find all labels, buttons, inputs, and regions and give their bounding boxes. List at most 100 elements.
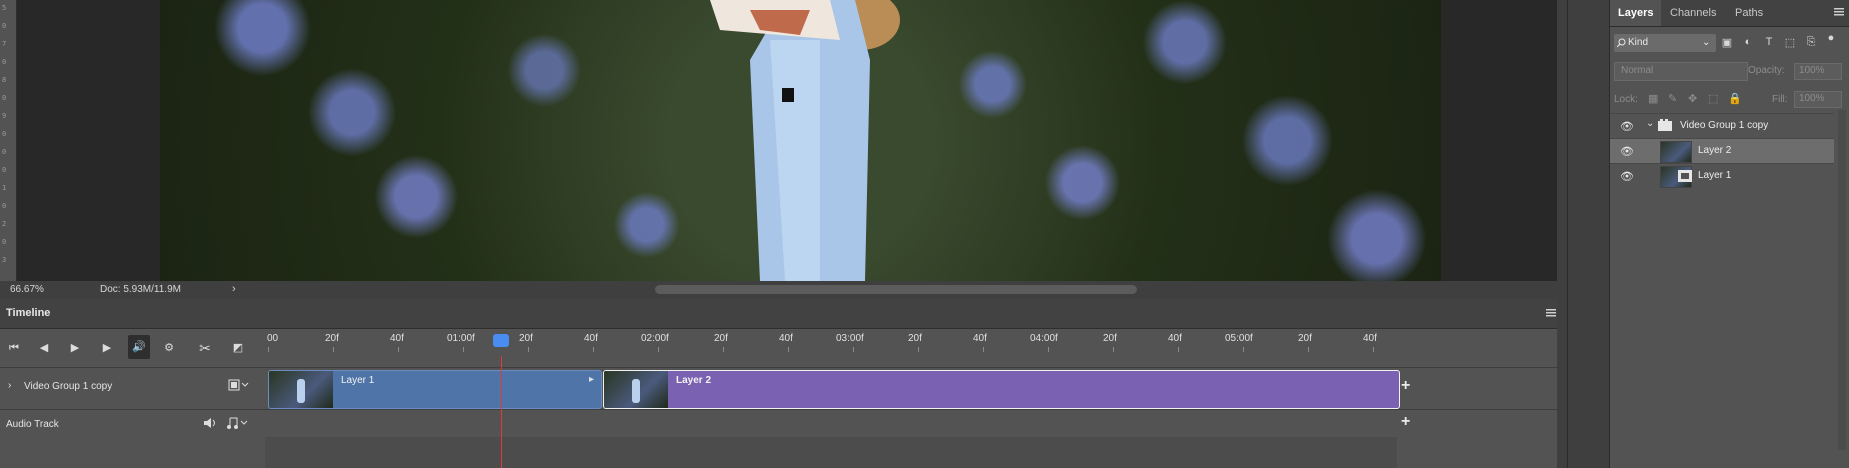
ruler-tick	[1243, 347, 1244, 352]
time-label: 20f	[1103, 333, 1117, 344]
tab-layers[interactable]: Layers	[1610, 0, 1662, 26]
time-label: 20f	[519, 333, 533, 344]
time-label: 03:00f	[836, 333, 864, 344]
layer-name[interactable]: Layer 1	[1698, 170, 1731, 181]
mute-audio-icon[interactable]: 🔊	[128, 335, 150, 359]
playhead-line	[501, 356, 502, 468]
panel-tabs: Layers Channels Paths	[1610, 0, 1849, 27]
timeline-track-area	[265, 437, 1397, 468]
visibility-eye-icon[interactable]: 👁	[1620, 170, 1634, 183]
video-group-folder-icon	[1658, 119, 1672, 131]
audio-track: Audio Track +	[0, 409, 1557, 438]
visibility-eye-icon[interactable]: 👁	[1620, 145, 1634, 158]
ruler-label: 0	[2, 238, 7, 246]
blend-mode-select[interactable]: Normal	[1614, 62, 1748, 81]
layer-name[interactable]: Layer 2	[1698, 145, 1731, 156]
audio-track-label[interactable]: Audio Track	[6, 419, 59, 430]
play-icon[interactable]: ▶	[66, 339, 84, 357]
time-label: 01:00f	[447, 333, 475, 344]
chevron-down-icon[interactable]: ⌄	[1646, 118, 1654, 129]
lock-position-icon[interactable]: ✥	[1688, 92, 1697, 105]
opacity-field[interactable]: 100%	[1794, 63, 1842, 80]
layers-scrollbar[interactable]	[1838, 110, 1846, 450]
ruler-tick	[1308, 347, 1309, 352]
layer-name[interactable]: Video Group 1 copy	[1680, 120, 1768, 131]
add-media-button[interactable]: +	[1401, 377, 1410, 395]
lock-label: Lock:	[1614, 94, 1638, 105]
timeline-header: Timeline	[0, 299, 1557, 329]
status-menu-arrow[interactable]: ›	[232, 283, 236, 295]
ruler-tick	[723, 347, 724, 352]
panel-menu-icon[interactable]	[1834, 8, 1844, 16]
panel-menu-icon[interactable]	[1546, 309, 1556, 317]
opacity-label: Opacity:	[1748, 65, 1785, 76]
document-canvas[interactable]	[17, 0, 1557, 281]
layer-row-video-group[interactable]: 👁 ⌄ Video Group 1 copy	[1610, 113, 1834, 138]
lock-artboard-icon[interactable]: ⬚	[1708, 92, 1718, 105]
clip-transition-icon[interactable]: ▸	[589, 374, 594, 385]
ruler-label: 7	[2, 40, 7, 48]
previous-frame-icon[interactable]: ◀	[35, 339, 53, 357]
panel-divider[interactable]	[1567, 0, 1568, 468]
ruler-tick	[1048, 347, 1049, 352]
speaker-icon[interactable]	[203, 417, 219, 429]
time-label: 04:00f	[1030, 333, 1058, 344]
shape-filter-icon[interactable]: ⬚	[1783, 36, 1797, 50]
film-strip-icon[interactable]	[228, 379, 250, 391]
transition-icon[interactable]: ◩	[229, 339, 247, 357]
ruler-tick	[918, 347, 919, 352]
type-filter-icon[interactable]: T	[1762, 36, 1776, 50]
chevron-right-icon[interactable]: ›	[8, 380, 11, 391]
smart-object-filter-icon[interactable]: ⎘	[1804, 36, 1818, 50]
settings-gear-icon[interactable]: ⚙	[160, 339, 178, 357]
filter-toggle-icon[interactable]: ●	[1824, 32, 1838, 46]
ruler-tick	[333, 347, 334, 352]
fill-label: Fill:	[1772, 94, 1788, 105]
go-to-first-frame-icon[interactable]: ⏮	[5, 339, 23, 357]
ruler-tick	[853, 347, 854, 352]
lock-image-icon[interactable]: ✎	[1668, 92, 1677, 105]
tab-paths[interactable]: Paths	[1727, 0, 1771, 26]
music-note-icon[interactable]	[227, 417, 249, 429]
next-frame-icon[interactable]: ▶	[98, 339, 116, 357]
zoom-level[interactable]: 66.67%	[10, 284, 44, 295]
tab-channels[interactable]: Channels	[1662, 0, 1724, 26]
video-group-label[interactable]: Video Group 1 copy	[24, 381, 112, 392]
adjustment-filter-icon[interactable]: ◐	[1741, 36, 1755, 50]
visibility-eye-icon[interactable]: 👁	[1620, 120, 1634, 133]
lock-all-icon[interactable]: 🔒	[1728, 92, 1742, 105]
filter-kind-select[interactable]: Kind ⌄	[1614, 34, 1716, 52]
ruler-label: 0	[2, 166, 7, 174]
ruler-label: 0	[2, 58, 7, 66]
lock-transparent-icon[interactable]: ▦	[1648, 92, 1658, 105]
add-audio-button[interactable]: +	[1401, 413, 1410, 431]
split-scissors-icon[interactable]: ✂	[196, 339, 214, 357]
time-label: 40f	[1168, 333, 1182, 344]
timeline-title[interactable]: Timeline	[6, 307, 50, 319]
time-label: 02:00f	[641, 333, 669, 344]
pixel-filter-icon[interactable]: ▣	[1720, 36, 1734, 50]
time-label: 05:00f	[1225, 333, 1253, 344]
clip-thumbnail	[269, 371, 333, 408]
ruler-tick	[1373, 347, 1374, 352]
playhead-handle[interactable]	[493, 334, 509, 347]
layers-panel: Layers Channels Paths Kind ⌄ ▣ ◐ T ⬚ ⎘ ●…	[1609, 0, 1849, 468]
timeline-controls: ⏮ ◀ ▶ ▶ 🔊 ⚙ ✂ ◩	[0, 329, 265, 367]
layer-row-layer-1[interactable]: 👁 Layer 1	[1610, 163, 1834, 188]
time-label: 40f	[390, 333, 404, 344]
clip-layer-2[interactable]: Layer 2	[603, 370, 1400, 409]
layer-row-layer-2[interactable]: 👁 Layer 2	[1610, 138, 1834, 163]
fill-value: 100%	[1799, 93, 1825, 104]
vertical-ruler: 5 0 7 0 8 0 9 0 0 0 1 0 2 0 3	[0, 0, 17, 281]
clip-name: Layer 1	[341, 375, 375, 386]
time-ruler[interactable]: 00 20f 40f 01:00f 20f 40f 02:00f 20f 40f…	[265, 329, 1397, 367]
ruler-label: 0	[2, 22, 7, 30]
canvas-photo	[160, 0, 1441, 281]
opacity-value: 100%	[1799, 65, 1825, 76]
canvas-horizontal-scrollbar[interactable]	[655, 285, 1137, 294]
clip-layer-1[interactable]: Layer 1 ▸	[268, 370, 602, 409]
ruler-tick	[593, 347, 594, 352]
fill-field[interactable]: 100%	[1794, 91, 1842, 108]
woman-figure	[710, 0, 900, 281]
ruler-tick	[658, 347, 659, 352]
